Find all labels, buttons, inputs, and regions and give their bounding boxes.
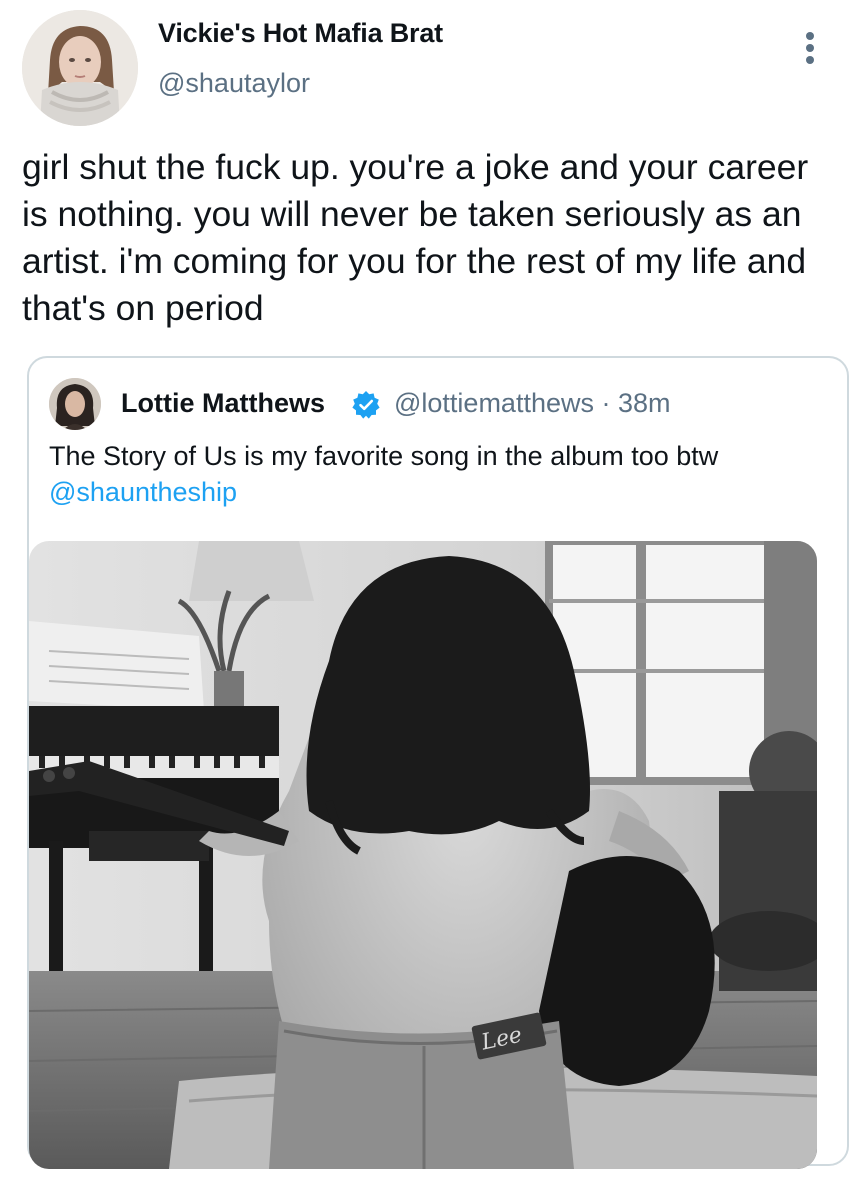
more-vertical-icon <box>806 32 814 64</box>
quoted-handle[interactable]: @lottiematthews <box>394 388 594 418</box>
tweet-text: girl shut the fuck up. you're a joke and… <box>22 147 809 328</box>
meta-separator: · <box>601 388 611 418</box>
tweet-header: Vickie's Hot Mafia Brat @shautaylor <box>0 0 855 130</box>
quoted-text-body: The Story of Us is my favorite song in t… <box>49 441 719 471</box>
mention-link[interactable]: @shauntheship <box>49 477 237 507</box>
avatar[interactable] <box>22 10 138 126</box>
verified-badge-icon <box>351 390 381 420</box>
quoted-text: The Story of Us is my favorite song in t… <box>49 438 819 510</box>
quoted-avatar[interactable] <box>49 378 101 430</box>
quoted-media-image[interactable]: Lee <box>29 541 817 1169</box>
user-handle[interactable]: @shautaylor <box>158 68 310 99</box>
quoted-timestamp[interactable]: 38m <box>618 388 671 418</box>
quoted-avatar-image <box>49 378 101 430</box>
quoted-tweet-card[interactable]: Lottie Matthews @lottiematthews · 38m Th… <box>27 356 849 1169</box>
quoted-display-name[interactable]: Lottie Matthews <box>121 388 325 419</box>
more-options-button[interactable] <box>790 26 830 70</box>
display-name[interactable]: Vickie's Hot Mafia Brat <box>158 18 443 49</box>
avatar-image <box>22 10 138 126</box>
quoted-meta: @lottiematthews · 38m <box>394 388 671 419</box>
photo-illustration: Lee <box>29 541 817 1169</box>
